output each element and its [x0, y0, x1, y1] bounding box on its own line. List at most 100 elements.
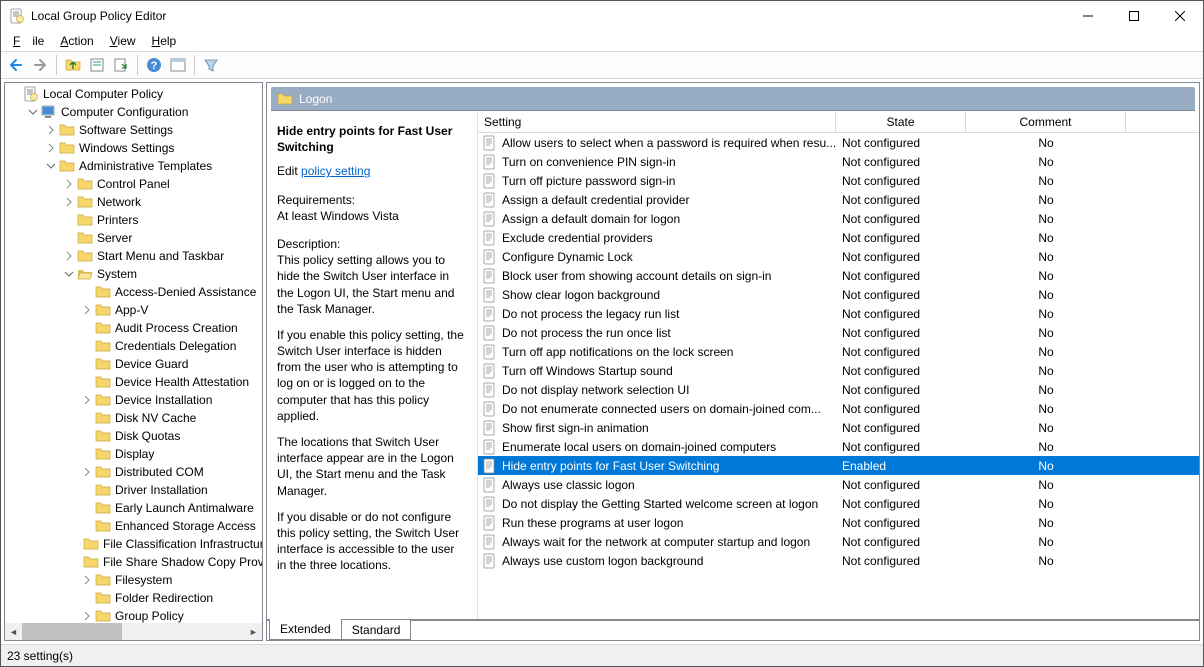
tree-item[interactable]: Group Policy [5, 607, 262, 623]
policy-row[interactable]: Do not process the run once listNot conf… [478, 323, 1199, 342]
tree-item[interactable]: Device Health Attestation [5, 373, 262, 391]
tree-item[interactable]: System [5, 265, 262, 283]
policy-state: Not configured [836, 136, 966, 150]
policy-row[interactable]: Enumerate local users on domain-joined c… [478, 437, 1199, 456]
policy-row[interactable]: Always use classic logonNot configuredNo [478, 475, 1199, 494]
tree-item[interactable]: Device Installation [5, 391, 262, 409]
policy-row[interactable]: Turn off Windows Startup soundNot config… [478, 361, 1199, 380]
policy-row[interactable]: Allow users to select when a password is… [478, 133, 1199, 152]
expand-icon[interactable] [81, 610, 93, 622]
tree-item[interactable]: Driver Installation [5, 481, 262, 499]
policy-row[interactable]: Hide entry points for Fast User Switchin… [478, 456, 1199, 475]
policy-row[interactable]: Always wait for the network at computer … [478, 532, 1199, 551]
forward-button[interactable] [29, 54, 51, 76]
tree-item[interactable]: Distributed COM [5, 463, 262, 481]
policy-comment: No [966, 440, 1126, 454]
tree[interactable]: Local Computer PolicyComputer Configurat… [5, 83, 262, 623]
expand-icon[interactable] [63, 196, 75, 208]
scroll-left-icon[interactable]: ◄ [5, 623, 22, 640]
tree-item[interactable]: Network [5, 193, 262, 211]
tree-item[interactable]: Administrative Templates [5, 157, 262, 175]
expand-icon[interactable] [63, 178, 75, 190]
policy-row[interactable]: Show first sign-in animationNot configur… [478, 418, 1199, 437]
tree-item[interactable]: File Share Shadow Copy Provider [5, 553, 262, 571]
minimize-button[interactable] [1065, 1, 1111, 31]
expand-icon[interactable] [45, 160, 57, 172]
policy-row[interactable]: Always use custom logon backgroundNot co… [478, 551, 1199, 570]
tree-item[interactable]: Early Launch Antimalware [5, 499, 262, 517]
policy-row[interactable]: Do not enumerate connected users on doma… [478, 399, 1199, 418]
tree-item[interactable]: Printers [5, 211, 262, 229]
tree-item-label: Network [97, 195, 141, 209]
tree-item[interactable]: Local Computer Policy [5, 85, 262, 103]
tree-item-label: Software Settings [79, 123, 173, 137]
tree-hscrollbar[interactable]: ◄ ► [5, 623, 262, 640]
close-button[interactable] [1157, 1, 1203, 31]
policy-row[interactable]: Run these programs at user logonNot conf… [478, 513, 1199, 532]
tree-item[interactable]: Device Guard [5, 355, 262, 373]
policy-row[interactable]: Exclude credential providersNot configur… [478, 228, 1199, 247]
tree-item[interactable]: Disk Quotas [5, 427, 262, 445]
scroll-right-icon[interactable]: ► [245, 623, 262, 640]
expand-icon[interactable] [81, 394, 93, 406]
tree-item[interactable]: Disk NV Cache [5, 409, 262, 427]
policy-state: Not configured [836, 383, 966, 397]
policy-row[interactable]: Assign a default credential providerNot … [478, 190, 1199, 209]
menu-file[interactable]: File [7, 32, 50, 50]
expand-icon[interactable] [63, 250, 75, 262]
panel-button[interactable] [167, 54, 189, 76]
tree-item[interactable]: Server [5, 229, 262, 247]
export-button[interactable] [110, 54, 132, 76]
edit-policy-link[interactable]: policy setting [301, 164, 370, 178]
menu-help[interactable]: Help [146, 32, 183, 50]
policy-row[interactable]: Do not process the legacy run listNot co… [478, 304, 1199, 323]
column-state[interactable]: State [836, 111, 966, 132]
list-body[interactable]: Allow users to select when a password is… [478, 133, 1199, 619]
expand-icon[interactable] [81, 466, 93, 478]
help-button[interactable] [143, 54, 165, 76]
tree-item[interactable]: Windows Settings [5, 139, 262, 157]
back-button[interactable] [5, 54, 27, 76]
menu-action[interactable]: Action [54, 32, 99, 50]
menu-view[interactable]: View [104, 32, 142, 50]
policy-row[interactable]: Show clear logon backgroundNot configure… [478, 285, 1199, 304]
expand-icon[interactable] [81, 304, 93, 316]
tree-item[interactable]: Credentials Delegation [5, 337, 262, 355]
policy-row[interactable]: Do not display the Getting Started welco… [478, 494, 1199, 513]
policy-row[interactable]: Assign a default domain for logonNot con… [478, 209, 1199, 228]
policy-row[interactable]: Turn off app notifications on the lock s… [478, 342, 1199, 361]
tree-item[interactable]: Folder Redirection [5, 589, 262, 607]
tree-item[interactable]: Computer Configuration [5, 103, 262, 121]
tree-item[interactable]: Start Menu and Taskbar [5, 247, 262, 265]
tab-extended[interactable]: Extended [269, 619, 342, 640]
tree-item[interactable]: Enhanced Storage Access [5, 517, 262, 535]
tree-item[interactable]: Control Panel [5, 175, 262, 193]
policy-row[interactable]: Do not display network selection UINot c… [478, 380, 1199, 399]
titlebar: Local Group Policy Editor [1, 1, 1203, 31]
tree-item-label: Device Guard [115, 357, 188, 371]
policy-row[interactable]: Turn off picture password sign-inNot con… [478, 171, 1199, 190]
up-button[interactable] [62, 54, 84, 76]
show-hide-tree-button[interactable] [86, 54, 108, 76]
tree-item[interactable]: App-V [5, 301, 262, 319]
column-setting[interactable]: Setting [478, 111, 836, 132]
expand-icon[interactable] [45, 142, 57, 154]
tab-standard[interactable]: Standard [341, 620, 412, 640]
column-comment[interactable]: Comment [966, 111, 1126, 132]
tree-item[interactable]: Access-Denied Assistance [5, 283, 262, 301]
policy-row[interactable]: Turn on convenience PIN sign-inNot confi… [478, 152, 1199, 171]
policy-row[interactable]: Configure Dynamic LockNot configuredNo [478, 247, 1199, 266]
tree-item[interactable]: Software Settings [5, 121, 262, 139]
tree-item[interactable]: Display [5, 445, 262, 463]
expand-icon[interactable] [63, 268, 75, 280]
policy-name: Always wait for the network at computer … [502, 535, 810, 549]
maximize-button[interactable] [1111, 1, 1157, 31]
tree-item[interactable]: Audit Process Creation [5, 319, 262, 337]
tree-item[interactable]: File Classification Infrastructure [5, 535, 262, 553]
policy-row[interactable]: Block user from showing account details … [478, 266, 1199, 285]
filter-button[interactable] [200, 54, 222, 76]
expand-icon[interactable] [45, 124, 57, 136]
expand-icon[interactable] [81, 574, 93, 586]
tree-item[interactable]: Filesystem [5, 571, 262, 589]
expand-icon[interactable] [27, 106, 39, 118]
